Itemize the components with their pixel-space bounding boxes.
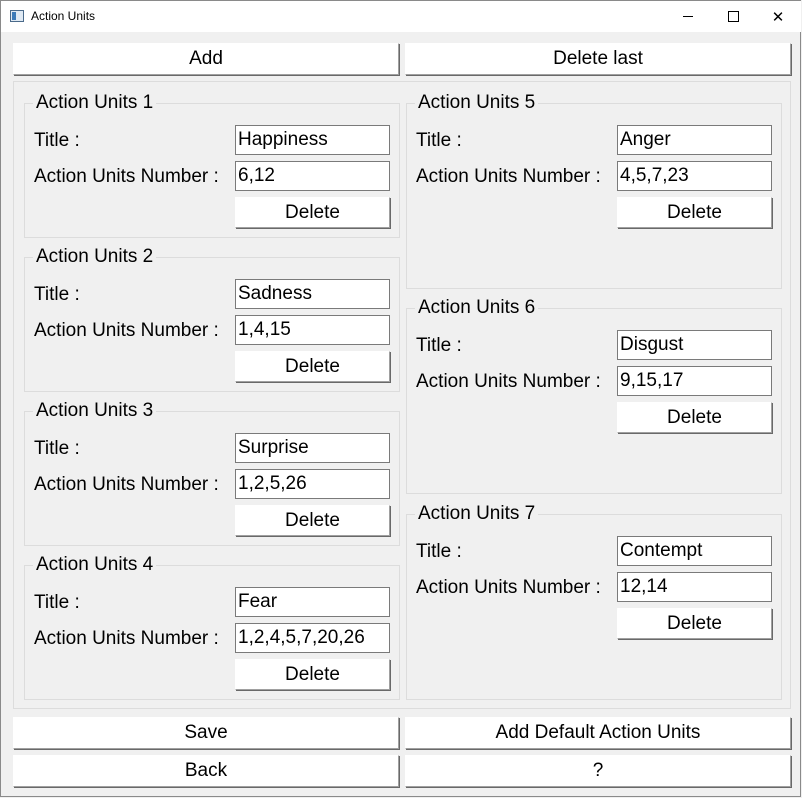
delete-button[interactable]: Delete (617, 608, 772, 639)
add-default-action-units-button[interactable]: Add Default Action Units (405, 717, 791, 749)
action-units-container: Action Units 1 Title : Happiness Action … (13, 81, 791, 709)
delete-button[interactable]: Delete (235, 659, 390, 690)
title-bar: Action Units ✕ (1, 1, 801, 32)
title-field[interactable]: Happiness (235, 125, 390, 155)
delete-button[interactable]: Delete (617, 402, 772, 433)
title-field[interactable]: Fear (235, 587, 390, 617)
number-label: Action Units Number : (416, 577, 601, 598)
app-window-icon (10, 10, 24, 22)
action-unit-group-7: Action Units 7 Title : Contempt Action U… (406, 503, 782, 700)
number-label: Action Units Number : (416, 166, 601, 187)
delete-button[interactable]: Delete (617, 197, 772, 228)
title-label: Title : (34, 592, 80, 613)
group-title: Action Units 5 (415, 92, 539, 114)
number-field[interactable]: 1,2,4,5,7,20,26 (235, 623, 390, 653)
action-unit-group-5: Action Units 5 Title : Anger Action Unit… (406, 92, 782, 289)
number-label: Action Units Number : (34, 628, 219, 649)
delete-button[interactable]: Delete (235, 505, 390, 536)
number-field[interactable]: 4,5,7,23 (617, 161, 772, 191)
title-label: Title : (34, 130, 80, 151)
window-title: Action Units (31, 9, 96, 23)
close-icon: ✕ (771, 8, 785, 26)
action-unit-group-2: Action Units 2 Title : Sadness Action Un… (24, 246, 400, 392)
group-title: Action Units 1 (33, 92, 157, 114)
save-button[interactable]: Save (13, 717, 399, 749)
maximize-button[interactable] (710, 1, 756, 32)
minimize-button[interactable] (665, 1, 711, 32)
close-button[interactable]: ✕ (755, 1, 801, 32)
title-field[interactable]: Sadness (235, 279, 390, 309)
title-label: Title : (416, 335, 462, 356)
number-field[interactable]: 1,2,5,26 (235, 469, 390, 499)
number-field[interactable]: 12,14 (617, 572, 772, 602)
add-button[interactable]: Add (13, 43, 399, 75)
title-label: Title : (34, 284, 80, 305)
group-title: Action Units 2 (33, 246, 157, 268)
action-unit-group-1: Action Units 1 Title : Happiness Action … (24, 92, 400, 238)
title-field[interactable]: Contempt (617, 536, 772, 566)
action-unit-group-6: Action Units 6 Title : Disgust Action Un… (406, 297, 782, 494)
delete-last-button[interactable]: Delete last (405, 43, 791, 75)
number-field[interactable]: 1,4,15 (235, 315, 390, 345)
minimize-icon (683, 16, 693, 17)
action-unit-group-3: Action Units 3 Title : Surprise Action U… (24, 400, 400, 546)
title-label: Title : (416, 541, 462, 562)
title-label: Title : (34, 438, 80, 459)
back-button[interactable]: Back (13, 755, 399, 787)
action-unit-group-4: Action Units 4 Title : Fear Action Units… (24, 554, 400, 700)
app-window: Action Units ✕ Add Delete last Action Un… (0, 0, 801, 797)
delete-button[interactable]: Delete (235, 351, 390, 382)
title-label: Title : (416, 130, 462, 151)
number-label: Action Units Number : (416, 371, 601, 392)
delete-button[interactable]: Delete (235, 197, 390, 228)
maximize-icon (727, 11, 739, 22)
group-title: Action Units 4 (33, 554, 157, 576)
group-title: Action Units 3 (33, 400, 157, 422)
group-title: Action Units 7 (415, 503, 539, 525)
title-field[interactable]: Disgust (617, 330, 772, 360)
title-field[interactable]: Surprise (235, 433, 390, 463)
group-title: Action Units 6 (415, 297, 539, 319)
number-field[interactable]: 9,15,17 (617, 366, 772, 396)
number-label: Action Units Number : (34, 474, 219, 495)
number-label: Action Units Number : (34, 320, 219, 341)
number-field[interactable]: 6,12 (235, 161, 390, 191)
number-label: Action Units Number : (34, 166, 219, 187)
title-field[interactable]: Anger (617, 125, 772, 155)
help-button[interactable]: ? (405, 755, 791, 787)
